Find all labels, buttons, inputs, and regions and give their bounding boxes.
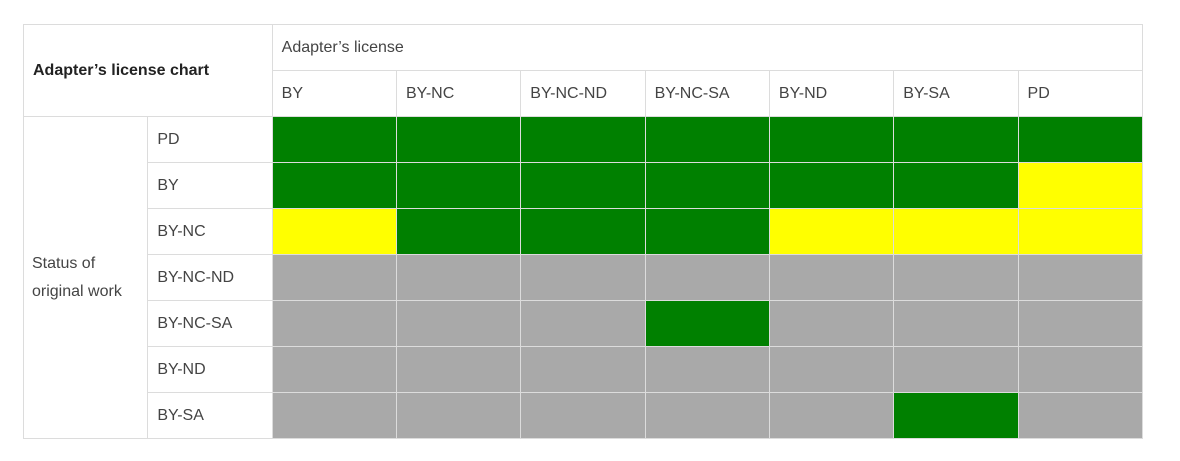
table-row: BY-NC: [24, 208, 1144, 255]
compat-cell-by-nc-to-by-nd: [768, 208, 895, 255]
compat-cell-by-sa-to-by: [271, 392, 397, 439]
compat-cell-by-nc-nd-to-by-nd: [768, 254, 895, 301]
compat-cell-by-to-by-nc: [395, 162, 522, 209]
row-header-pd: PD: [147, 116, 273, 163]
compat-cell-by-nc-to-by-nc-nd: [520, 208, 646, 255]
chart-title: Adapter’s license chart: [23, 24, 273, 117]
compat-cell-by-to-by-sa: [893, 162, 1019, 209]
compat-cell-by-nc-nd-to-by-nc-sa: [644, 254, 770, 301]
column-header-by-nc-sa: BY-NC-SA: [644, 70, 770, 117]
compat-cell-by-sa-to-by-nc: [395, 392, 522, 439]
compat-cell-by-nc-sa-to-pd: [1017, 300, 1144, 347]
compat-cell-pd-to-by-nc-nd: [520, 116, 646, 163]
table-row: BY-NC-SA: [24, 300, 1144, 347]
row-header-by-nd: BY-ND: [147, 346, 273, 393]
compat-cell-by-sa-to-by-nc-sa: [644, 392, 770, 439]
column-header-by-sa: BY-SA: [893, 70, 1019, 117]
row-header-by-nc-sa: BY-NC-SA: [147, 300, 273, 347]
table-body: Status of original work PD BY BY-NC BY-NC-ND…: [22, 116, 1144, 439]
compat-cell-pd-to-by-nc-sa: [644, 116, 770, 163]
compat-cell-by-nc-to-by: [271, 208, 397, 255]
table-row: BY-NC-ND: [24, 254, 1144, 301]
compat-cell-by-to-pd: [1017, 162, 1144, 209]
compat-cell-by-sa-to-pd: [1017, 392, 1144, 439]
compat-cell-by-nc-to-by-sa: [893, 208, 1019, 255]
column-header-by-nc: BY-NC: [395, 70, 522, 117]
compat-cell-pd-to-by-nc: [395, 116, 522, 163]
compat-cell-by-nd-to-by-nd: [768, 346, 895, 393]
compat-cell-by-nc-nd-to-by: [271, 254, 397, 301]
compat-cell-by-nc-sa-to-by-nc: [395, 300, 522, 347]
compat-cell-by-nc-sa-to-by: [271, 300, 397, 347]
header-row-top: Adapter’s license chart Adapter’s licens…: [23, 24, 1144, 117]
row-header-by-nc-nd: BY-NC-ND: [147, 254, 273, 301]
compat-cell-pd-to-by-nd: [768, 116, 895, 163]
compat-cell-by-nd-to-by-nc: [395, 346, 522, 393]
compat-cell-by-sa-to-by-nc-nd: [520, 392, 646, 439]
license-compatibility-table: Adapter’s license chart Adapter’s licens…: [22, 24, 1144, 439]
compat-cell-by-nc-sa-to-by-sa: [893, 300, 1019, 347]
row-header-by-nc: BY-NC: [147, 208, 273, 255]
row-header-by-sa: BY-SA: [147, 392, 273, 439]
column-header-by: BY: [271, 70, 397, 117]
compat-cell-by-nc-to-pd: [1017, 208, 1144, 255]
compat-cell-by-nc-nd-to-pd: [1017, 254, 1144, 301]
column-header-by-nc-nd: BY-NC-ND: [520, 70, 646, 117]
compat-cell-by-sa-to-by-nd: [768, 392, 895, 439]
compat-cell-pd-to-by: [271, 116, 397, 163]
compat-cell-by-to-by-nc-nd: [520, 162, 646, 209]
compat-cell-by-nc-nd-to-by-nc-nd: [520, 254, 646, 301]
compat-cell-pd-to-by-sa: [893, 116, 1019, 163]
row-header-by: BY: [147, 162, 273, 209]
table-row: BY-SA: [24, 392, 1144, 439]
column-header-pd: PD: [1017, 70, 1144, 117]
column-header-by-nd: BY-ND: [768, 70, 895, 117]
compat-cell-by-nc-sa-to-by-nc-sa: [644, 300, 770, 347]
compat-cell-by-sa-to-by-sa: [893, 392, 1019, 439]
compat-cell-by-nd-to-by: [271, 346, 397, 393]
compat-cell-pd-to-pd: [1017, 116, 1144, 163]
compat-cell-by-nc-to-by-nc-sa: [644, 208, 770, 255]
compat-cell-by-nd-to-by-nc-sa: [644, 346, 770, 393]
compat-cell-by-nc-to-by-nc: [395, 208, 522, 255]
compat-cell-by-nd-to-pd: [1017, 346, 1144, 393]
compat-cell-by-to-by-nc-sa: [644, 162, 770, 209]
adapter-license-header: Adapter’s license: [271, 24, 1144, 71]
table-row: BY: [24, 162, 1144, 209]
compat-cell-by-nd-to-by-nc-nd: [520, 346, 646, 393]
table-row: BY-ND: [24, 346, 1144, 393]
compat-cell-by-nc-sa-to-by-nc-nd: [520, 300, 646, 347]
compat-cell-by-nc-sa-to-by-nd: [768, 300, 895, 347]
compat-cell-by-nd-to-by-sa: [893, 346, 1019, 393]
compat-cell-by-nc-nd-to-by-nc: [395, 254, 522, 301]
compat-cell-by-to-by: [271, 162, 397, 209]
status-of-original-work-label: Status of original work: [22, 116, 149, 439]
compat-cell-by-nc-nd-to-by-sa: [893, 254, 1019, 301]
table-row: Status of original work PD: [22, 116, 1144, 439]
compat-cell-by-to-by-nd: [768, 162, 895, 209]
